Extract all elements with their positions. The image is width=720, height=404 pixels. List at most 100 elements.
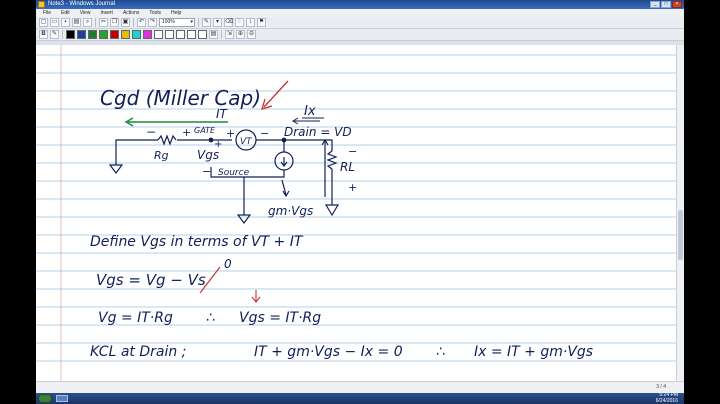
zoom-in-icon[interactable]: ⊕ [236, 30, 245, 39]
find-icon[interactable]: ⌕ [83, 18, 92, 27]
note-line-kcl: KCL at Drain ; [90, 344, 186, 360]
label-it: IT [216, 107, 229, 121]
pen-color-swatch[interactable] [165, 30, 174, 39]
taskbar-journal-icon[interactable] [56, 395, 68, 402]
toolbar-separator [198, 18, 199, 27]
red-arrow [263, 80, 289, 108]
label-rl-plus: + [348, 181, 357, 194]
note-line-ix: Ix = IT + gm·Vgs [474, 344, 593, 360]
scrollbar-thumb[interactable] [678, 210, 683, 260]
title-bar: Note3 - Windows Journal _ □ × [36, 0, 684, 9]
menu-file[interactable]: File [38, 9, 56, 17]
zoom-out-icon[interactable]: ⊖ [247, 30, 256, 39]
menu-insert[interactable]: Insert [95, 9, 118, 17]
minimize-button[interactable]: _ [650, 1, 660, 8]
pen-style-icon[interactable]: ✎ [50, 30, 59, 39]
print-icon[interactable]: ▤ [72, 18, 81, 27]
flag-icon[interactable]: ⚑ [257, 18, 266, 27]
pen-color-swatch[interactable] [88, 30, 97, 39]
lasso-icon[interactable]: ◌ [235, 18, 244, 27]
journal-window: Note3 - Windows Journal _ □ × File Edit … [36, 0, 684, 404]
pen-icon[interactable]: ✎ [202, 18, 211, 27]
close-button[interactable]: × [672, 1, 682, 8]
note-canvas: Cgd (Miller Cap) IT Ix Drain = VD VT − +… [36, 45, 676, 381]
label-ix: Ix [304, 104, 316, 119]
label-vgs: Vgs [197, 148, 219, 162]
pen-color-swatch[interactable] [187, 30, 196, 39]
note-therefore-2: ∴ [436, 344, 445, 360]
pen-color-swatch[interactable] [77, 30, 86, 39]
chevron-down-icon: ▾ [190, 19, 193, 25]
maximize-button[interactable]: □ [661, 1, 671, 8]
label-plus-vt: + [226, 127, 235, 140]
window-title: Note3 - Windows Journal [48, 1, 116, 7]
zoom-select[interactable]: 100% ▾ [159, 18, 195, 27]
note-therefore-1: ∴ [206, 310, 215, 326]
standard-toolbar: ▢ ▭ ▪ ▤ ⌕ ✂ ❐ ▣ ↶ ↷ 100% ▾ ✎ ▾ ⌫ ◌ ↕ ⚑ [36, 17, 684, 29]
pen-color-swatch[interactable] [132, 30, 141, 39]
pen-color-swatch[interactable] [110, 30, 119, 39]
clock-date: 6/24/2016 [655, 397, 678, 404]
bold-icon[interactable]: B [39, 30, 48, 39]
taskbar-clock[interactable]: 5:24 PM 6/24/2016 [655, 392, 678, 404]
note-page[interactable]: Cgd (Miller Cap) IT Ix Drain = VD VT − +… [36, 45, 676, 381]
label-rl-minus: − [348, 145, 357, 158]
selection-tool-icon[interactable]: ⇲ [225, 30, 234, 39]
pen-toolbar: B ✎ ▤ ⇲ ⊕ ⊖ [36, 29, 684, 41]
label-minus-gate: − [146, 125, 156, 139]
label-rl: RL [340, 160, 355, 174]
menu-tools[interactable]: Tools [144, 9, 166, 17]
highlighter-icon[interactable]: ▾ [213, 18, 222, 27]
menu-help[interactable]: Help [166, 9, 186, 17]
pen-color-swatch[interactable] [198, 30, 207, 39]
label-plus-gate: + [182, 126, 191, 139]
vertical-scrollbar[interactable] [676, 45, 684, 381]
insert-space-icon[interactable]: ↕ [246, 18, 255, 27]
pen-color-swatch[interactable] [143, 30, 152, 39]
pen-color-swatch[interactable] [66, 30, 75, 39]
undo-icon[interactable]: ↶ [137, 18, 146, 27]
copy-icon[interactable]: ❐ [110, 18, 119, 27]
label-plus-vgs: + [214, 139, 222, 150]
menu-actions[interactable]: Actions [118, 9, 144, 17]
cut-icon[interactable]: ✂ [99, 18, 108, 27]
note-heading: Cgd (Miller Cap) [100, 86, 261, 110]
toolbar-separator [133, 18, 134, 27]
zoom-value: 100% [162, 19, 175, 25]
menu-bar: File Edit View Insert Actions Tools Help [36, 9, 684, 17]
note-line-vgs: Vgs = Vg − Vs [96, 271, 206, 289]
toolbar-separator [95, 18, 96, 27]
note-line-kcl-eq: IT + gm·Vgs − Ix = 0 [254, 344, 403, 360]
note-line-define: Define Vgs in terms of VT + IT [90, 234, 304, 250]
redo-icon[interactable]: ↷ [148, 18, 157, 27]
toolbar-separator [62, 30, 63, 39]
label-gate: GATE [194, 126, 216, 135]
eraser-icon[interactable]: ⌫ [224, 18, 233, 27]
pen-color-swatch[interactable] [176, 30, 185, 39]
start-button[interactable] [38, 394, 52, 403]
pen-color-swatch[interactable] [121, 30, 130, 39]
pen-color-swatches [66, 30, 207, 39]
pen-color-swatch[interactable] [99, 30, 108, 39]
new-page-icon[interactable]: ▢ [39, 18, 48, 27]
note-line-vgs-result: Vgs = IT·Rg [239, 310, 321, 326]
label-vt: VT [240, 137, 253, 147]
note-zero: 0 [224, 257, 232, 271]
app-icon [38, 1, 45, 8]
label-rg: Rg [154, 149, 169, 162]
taskbar: 5:24 PM 6/24/2016 [36, 392, 684, 404]
pen-color-swatch[interactable] [154, 30, 163, 39]
label-drain: Drain = VD [284, 125, 352, 139]
page-count: 3 / 4 [656, 384, 666, 390]
menu-view[interactable]: View [75, 9, 96, 17]
label-minus-vgs: − [202, 165, 211, 178]
note-line-vg: Vg = IT·Rg [98, 310, 173, 326]
pen-settings-icon[interactable]: ▤ [209, 30, 218, 39]
window-controls: _ □ × [650, 1, 682, 8]
menu-edit[interactable]: Edit [56, 9, 75, 17]
open-icon[interactable]: ▭ [50, 18, 59, 27]
label-gm: gm·Vgs [268, 204, 313, 218]
save-icon[interactable]: ▪ [61, 18, 70, 27]
paste-icon[interactable]: ▣ [121, 18, 130, 27]
label-source: Source [218, 168, 250, 178]
